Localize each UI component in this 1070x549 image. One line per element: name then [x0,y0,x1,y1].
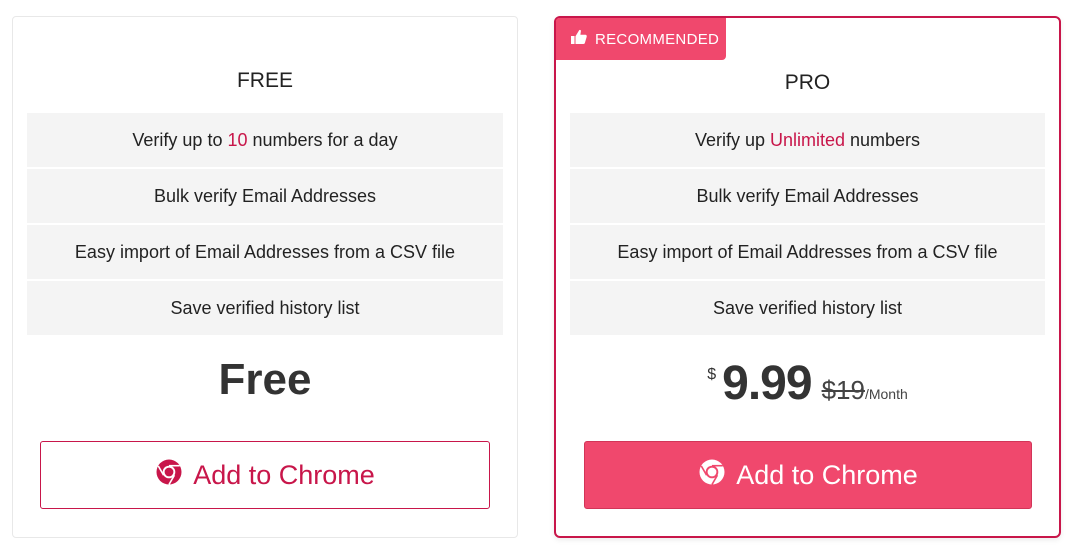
feature-item: Save verified history list [570,281,1045,335]
plan-title: FREE [236,69,293,92]
pro-plan-card: RECOMMENDED PRO Verify up Unlimited numb… [554,16,1061,538]
feature-item: Easy import of Email Addresses from a CS… [570,225,1045,279]
currency-symbol: $ [707,366,717,383]
free-plan-card: FREE Verify up to 10 numbers for a day B… [12,16,518,538]
button-label: Add to Chrome [736,459,918,490]
feature-item: Verify up Unlimited numbers [570,113,1045,167]
plan-title: PRO [784,71,831,94]
feature-text: numbers [850,129,921,150]
chrome-icon [698,458,726,493]
feature-text: Save verified history list [170,297,360,318]
feature-item: Bulk verify Email Addresses [570,169,1045,223]
price-period: /Month [864,386,908,402]
feature-highlight: 10 [227,129,248,150]
feature-highlight: Unlimited [769,129,846,150]
feature-list: Verify up Unlimited numbers Bulk verify … [570,113,1045,337]
feature-text: Easy import of Email Addresses from a CS… [74,241,456,262]
feature-text: Verify up [694,129,765,150]
feature-item: Easy import of Email Addresses from a CS… [27,225,503,279]
price: $ 9.99 $19 /Month [556,356,1059,411]
feature-text: Save verified history list [712,297,903,318]
feature-list: Verify up to 10 numbers for a day Bulk v… [27,113,503,337]
price-amount: 9.99 [722,357,812,410]
feature-item: Save verified history list [27,281,503,335]
button-label: Add to Chrome [193,459,375,490]
feature-item: Verify up to 10 numbers for a day [27,113,503,167]
price: Free [218,355,312,404]
add-to-chrome-button[interactable]: Add to Chrome [584,441,1032,509]
chrome-icon [155,458,183,493]
feature-item: Bulk verify Email Addresses [27,169,503,223]
feature-text: Verify up to [132,129,223,150]
feature-text: numbers for a day [252,129,398,150]
feature-text: Easy import of Email Addresses from a CS… [617,241,998,262]
old-price: $19 [821,375,865,405]
badge-label: RECOMMENDED [595,30,720,48]
feature-text: Bulk verify Email Addresses [153,185,377,206]
feature-text: Bulk verify Email Addresses [696,185,919,206]
thumbs-up-icon [570,28,588,50]
recommended-badge: RECOMMENDED [556,18,726,60]
add-to-chrome-button[interactable]: Add to Chrome [40,441,490,509]
